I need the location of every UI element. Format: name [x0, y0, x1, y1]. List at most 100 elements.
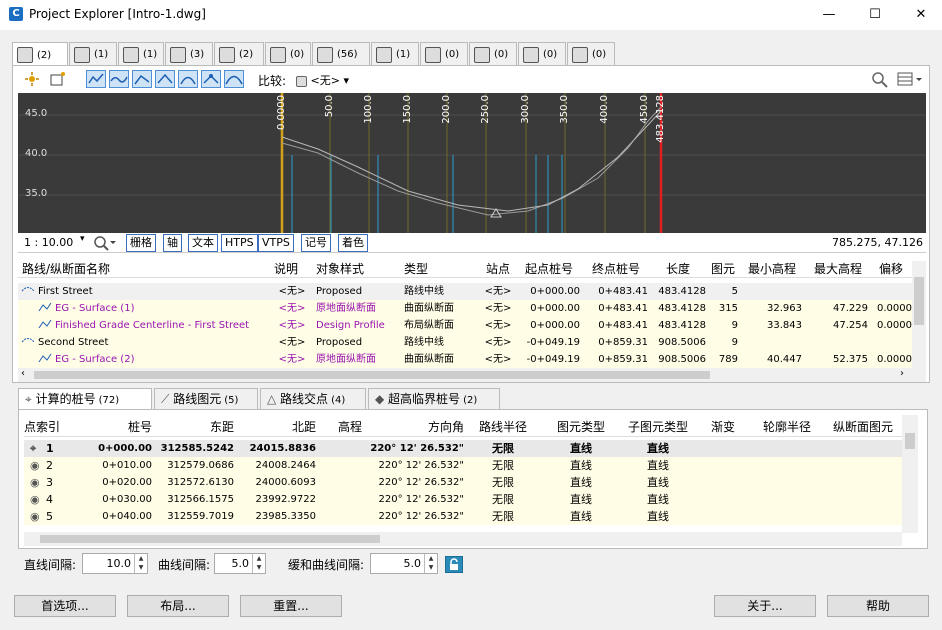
column-header[interactable]: 类型	[404, 261, 474, 278]
spinner-arrows-icon[interactable]: ▲ ▼	[134, 554, 147, 573]
interval-spinner[interactable]: 10.0 ▲ ▼	[82, 553, 148, 574]
detail-tab-2[interactable]: △ 路线交点 (4)	[260, 388, 366, 410]
profile-view[interactable]: 45.0 40.0 35.0 0.0000 50.0 100.0 150.0 200.0 25…	[18, 93, 926, 233]
help-button[interactable]: 帮助	[827, 595, 929, 617]
cell-sub: 直线	[647, 510, 669, 523]
profile-toggle-button[interactable]: VTPS	[258, 234, 294, 252]
column-header[interactable]: 图元类型	[544, 417, 618, 437]
column-header[interactable]: 子图元类型	[620, 417, 696, 437]
spinner-arrows-icon[interactable]: ▲ ▼	[252, 554, 265, 573]
profile-toggle-button[interactable]: 轴	[163, 234, 182, 252]
table-row[interactable]: Finished Grade Centerline - First Street…	[18, 317, 912, 334]
column-header[interactable]: 桩号	[86, 417, 152, 437]
top-tab-structure[interactable]: (1)	[69, 42, 117, 66]
column-header[interactable]: 起点桩号	[518, 261, 580, 278]
profile-toggle-button[interactable]: 记号	[301, 234, 331, 252]
column-header[interactable]: 图元	[708, 261, 738, 278]
vertical-scrollbar[interactable]	[912, 261, 926, 369]
pvi-icon[interactable]	[201, 70, 221, 88]
stations-horizontal-scrollbar[interactable]	[24, 532, 902, 546]
column-header[interactable]: 最小高程	[742, 261, 802, 278]
profile-canvas[interactable]	[18, 93, 926, 233]
layout-button[interactable]: 布局...	[127, 595, 229, 617]
zoom-scale[interactable]: 1 : 10.00	[24, 236, 73, 249]
top-tab-sample[interactable]: (0)	[469, 42, 517, 66]
search-icon[interactable]	[870, 70, 890, 88]
top-tab-alignment[interactable]: (2)	[12, 42, 68, 67]
horizontal-scrollbar[interactable]: ‹ ›	[18, 368, 926, 382]
road-icon	[123, 46, 139, 63]
column-header[interactable]: 纵断面图元	[824, 417, 902, 437]
top-tab-bridge[interactable]: (0)	[420, 42, 468, 66]
column-header[interactable]: 点索引	[24, 417, 84, 437]
reset-button[interactable]: 重置...	[240, 595, 342, 617]
preferences-button[interactable]: 首选项...	[14, 595, 116, 617]
new-profile-icon[interactable]	[48, 70, 68, 88]
table-row[interactable]: Second Street <无> Proposed 路线中线 <无> -0+049.19…	[18, 334, 912, 351]
interval-spinner[interactable]: 5.0 ▲ ▼	[214, 553, 266, 574]
scroll-left-icon[interactable]: ‹	[21, 368, 25, 379]
profile-toggle-button[interactable]: 着色	[338, 234, 368, 252]
top-tab-surface[interactable]: (2)	[214, 42, 264, 66]
top-tab-intersection[interactable]: (1)	[371, 42, 419, 66]
column-header[interactable]: 方向角	[368, 417, 464, 437]
top-tab-road[interactable]: (1)	[118, 42, 164, 66]
column-header[interactable]: 渐变	[698, 417, 748, 437]
top-tab-pipe[interactable]: (0)	[265, 42, 311, 66]
top-tab-parcel[interactable]: (56)	[312, 42, 370, 66]
interval-spinner[interactable]: 5.0 ▲ ▼	[370, 553, 438, 574]
grade-break-icon[interactable]	[155, 70, 175, 88]
zoom-icon[interactable]	[92, 234, 118, 255]
table-row[interactable]: EG - Surface (2) <无> 原地面纵断面 曲面纵断面 <无> -0+049.…	[18, 351, 912, 368]
about-button[interactable]: 关于...	[714, 595, 816, 617]
top-tab-point[interactable]: (0)	[518, 42, 566, 66]
stations-vertical-scrollbar[interactable]	[902, 415, 918, 533]
table-row[interactable]: First Street <无> Proposed 路线中线 <无> 0+000.00 0+…	[18, 283, 912, 300]
spinner-arrows-icon[interactable]: ▲ ▼	[424, 554, 437, 573]
layout-profile-icon[interactable]	[132, 70, 152, 88]
scroll-right-icon[interactable]: ›	[900, 368, 904, 379]
column-header[interactable]: 对象样式	[316, 261, 402, 278]
detail-tab-1[interactable]: ⟋ 路线图元 (5)	[154, 388, 258, 410]
curve-icon[interactable]	[178, 70, 198, 88]
table-row[interactable]: ⌖ 1 0+000.00 312585.5242 24015.8836 220° 12' …	[24, 440, 902, 457]
cell-idx: 4	[46, 493, 53, 506]
vertical-curve-icon[interactable]	[224, 70, 244, 88]
lock-icon[interactable]	[445, 556, 463, 573]
detail-tab-0[interactable]: ⌖ 计算的桩号 (72)	[18, 388, 152, 411]
column-header[interactable]: 路线半径	[466, 417, 540, 437]
column-header[interactable]: 站点	[480, 261, 516, 278]
spinner-value: 5.0	[231, 557, 250, 570]
profile-view-icon[interactable]	[86, 70, 106, 88]
profile-toggle-button[interactable]: 文本	[188, 234, 218, 252]
surface-profile-icon[interactable]	[109, 70, 129, 88]
table-row[interactable]: ◉ 4 0+030.00 312566.1575 23992.9722 220° 12' …	[24, 491, 902, 508]
compare-select[interactable]: <无> ▾	[296, 72, 376, 90]
column-header[interactable]: 偏移	[870, 261, 912, 278]
column-header[interactable]: 路线/纵断面名称	[22, 261, 266, 278]
table-row[interactable]: EG - Surface (1) <无> 原地面纵断面 曲面纵断面 <无> 0+000.0…	[18, 300, 912, 317]
column-header[interactable]: 轮廓半径	[752, 417, 822, 437]
profile-toggle-button[interactable]: HTPS	[221, 234, 258, 252]
column-header[interactable]: 说明	[274, 261, 310, 278]
sparkle-add-icon[interactable]	[22, 70, 42, 88]
detail-tab-3[interactable]: ◆ 超高临界桩号 (2)	[368, 388, 500, 410]
station-label: 250.0	[480, 95, 491, 124]
column-header[interactable]: 北距	[236, 417, 316, 437]
table-row[interactable]: ◉ 5 0+040.00 312559.7019 23985.3350 220° 12' …	[24, 508, 902, 525]
table-row[interactable]: ◉ 2 0+010.00 312579.0686 24008.2464 220° 12' …	[24, 457, 902, 474]
columns-menu-icon[interactable]	[896, 70, 924, 88]
table-row[interactable]: ◉ 3 0+020.00 312572.6130 24000.6093 220° 12' …	[24, 474, 902, 491]
minimize-button[interactable]: —	[806, 0, 852, 30]
top-tab-corridor[interactable]: (3)	[165, 42, 213, 66]
close-button[interactable]: ✕	[898, 0, 942, 30]
column-header[interactable]: 最大高程	[808, 261, 868, 278]
column-header[interactable]: 长度	[650, 261, 706, 278]
profile-toggle-button[interactable]: 栅格	[126, 234, 156, 252]
column-header[interactable]: 终点桩号	[584, 261, 648, 278]
column-header[interactable]: 东距	[154, 417, 234, 437]
maximize-button[interactable]: ☐	[852, 0, 898, 30]
top-tab-drawing[interactable]: (0)	[567, 42, 615, 66]
column-header[interactable]: 高程	[318, 417, 362, 437]
scale-chevron-icon[interactable]: ▾	[80, 234, 85, 244]
